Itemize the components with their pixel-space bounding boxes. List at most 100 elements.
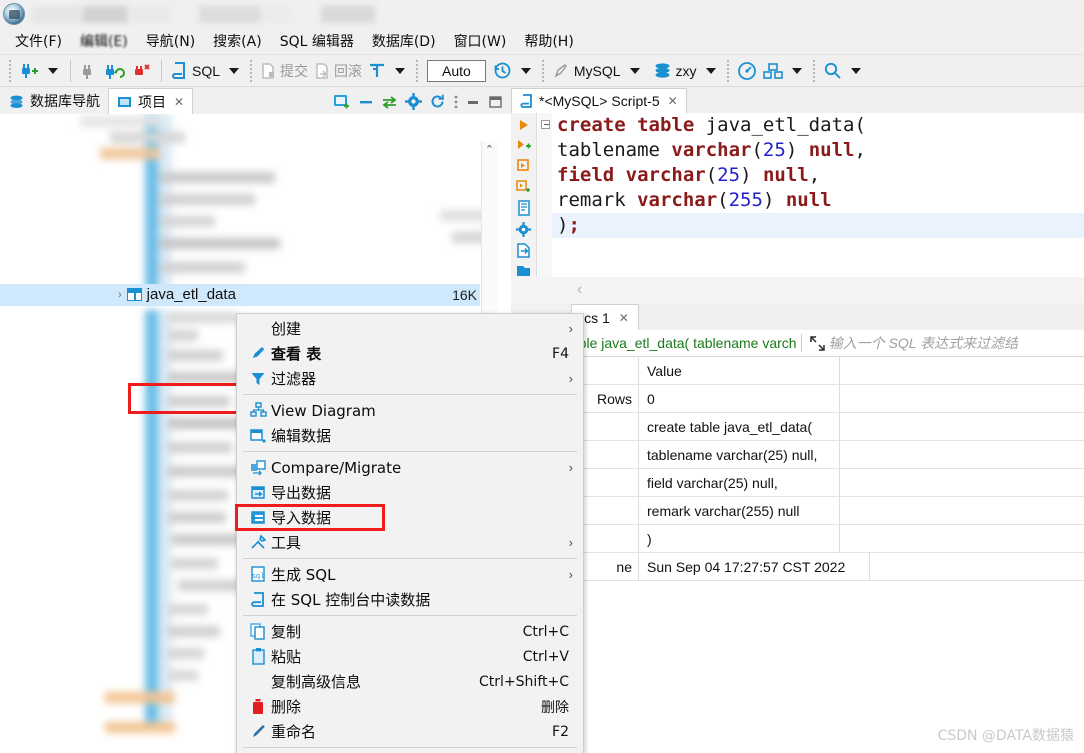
view-menu-icon[interactable] bbox=[453, 94, 459, 110]
minimize-icon[interactable] bbox=[466, 95, 481, 109]
new-sql-editor-button[interactable]: SQL bbox=[168, 58, 223, 84]
menu-item-rename[interactable]: 重命名 F2 bbox=[237, 719, 583, 744]
settings-icon[interactable] bbox=[516, 222, 531, 237]
fold-collapse-icon[interactable] bbox=[541, 120, 550, 129]
disconnect-button[interactable] bbox=[77, 58, 101, 84]
sql-code-area[interactable]: create table java_etl_data( tablename va… bbox=[538, 113, 1084, 293]
collapse-all-icon[interactable] bbox=[358, 95, 374, 109]
menu-help[interactable]: 帮助(H) bbox=[515, 28, 582, 54]
export-from-query-icon[interactable] bbox=[516, 243, 531, 258]
close-icon[interactable]: ✕ bbox=[174, 95, 184, 109]
grid-cell-value[interactable]: Sun Sep 04 17:27:57 CST 2022 bbox=[640, 553, 870, 581]
previous-page-icon[interactable]: ‹ bbox=[577, 281, 582, 299]
menu-item-export-data[interactable]: 导出数据 bbox=[237, 480, 583, 505]
projects-dropdown-caret[interactable] bbox=[791, 67, 802, 74]
tab-projects[interactable]: 项目 ✕ bbox=[108, 88, 194, 114]
scroll-up-icon[interactable]: ⌃ bbox=[482, 141, 497, 156]
reconnect-button[interactable] bbox=[101, 58, 129, 84]
database-dropdown-caret[interactable] bbox=[705, 67, 716, 74]
context-menu[interactable]: 创建 › 查看 表 F4 过滤器 › View Diagram 编辑数据 Com… bbox=[235, 313, 584, 753]
filter-input-placeholder[interactable]: 输入一个 SQL 表达式来过滤结 bbox=[829, 333, 1019, 353]
table-row[interactable]: remark varchar(255) null bbox=[511, 497, 1084, 525]
tab-database-navigator[interactable]: 数据库导航 bbox=[0, 88, 108, 114]
tab-mysql-script-5[interactable]: *<MySQL> Script-5 ✕ bbox=[511, 88, 687, 113]
table-row[interactable]: create table java_etl_data( bbox=[511, 413, 1084, 441]
table-row[interactable]: field varchar(25) null, bbox=[511, 469, 1084, 497]
execute-script-new-tab-icon[interactable] bbox=[515, 179, 532, 194]
menu-item-copy[interactable]: 复制 Ctrl+C bbox=[237, 619, 583, 644]
menu-window[interactable]: 窗口(W) bbox=[445, 28, 516, 54]
rollback-button[interactable]: 回滚 bbox=[311, 58, 365, 84]
history-dropdown-caret[interactable] bbox=[520, 67, 531, 74]
menu-navigate[interactable]: 导航(N) bbox=[137, 28, 204, 54]
tab-label: *<MySQL> Script-5 bbox=[539, 93, 660, 109]
grid-cell-value[interactable]: ) bbox=[640, 525, 840, 553]
menu-item-create[interactable]: 创建 › bbox=[237, 316, 583, 341]
save-sql-icon[interactable] bbox=[516, 264, 531, 277]
menu-item-edit-data[interactable]: 编辑数据 bbox=[237, 423, 583, 448]
menu-database[interactable]: 数据库(D) bbox=[363, 28, 445, 54]
search-button[interactable] bbox=[820, 58, 845, 84]
settings-icon[interactable] bbox=[405, 93, 422, 110]
transaction-mode-button[interactable] bbox=[365, 58, 389, 84]
menu-item-read-data-in-sql-console[interactable]: 在 SQL 控制台中读数据 bbox=[237, 587, 583, 612]
transaction-history-button[interactable] bbox=[490, 58, 515, 84]
menu-item-generate-sql[interactable]: sql 生成 SQL › bbox=[237, 562, 583, 587]
driver-selector[interactable]: MySQL bbox=[549, 58, 624, 84]
grid-cell-value[interactable]: 0 bbox=[640, 385, 840, 413]
database-selector[interactable]: zxy bbox=[650, 58, 700, 84]
results-grid[interactable]: Value Rows 0 create table java_etl_data(… bbox=[511, 357, 1084, 753]
menu-search[interactable]: 搜索(A) bbox=[204, 28, 271, 54]
refresh-icon[interactable] bbox=[429, 93, 446, 110]
projects-button[interactable] bbox=[760, 58, 786, 84]
disconnect-all-button[interactable] bbox=[129, 58, 155, 84]
menu-item-view-table[interactable]: 查看 表 F4 bbox=[237, 341, 583, 366]
explain-plan-icon[interactable] bbox=[517, 200, 531, 216]
results-filter-bar[interactable]: table java_etl_data( tablename varch 输入一… bbox=[511, 330, 1084, 357]
sql-dropdown-caret[interactable] bbox=[229, 67, 240, 74]
menu-item-copy-advanced-info[interactable]: 复制高级信息 Ctrl+Shift+C bbox=[237, 669, 583, 694]
menu-item-delete[interactable]: 删除 删除 bbox=[237, 694, 583, 719]
menu-item-tools[interactable]: 工具 › bbox=[237, 530, 583, 555]
table-row[interactable]: tablename varchar(25) null, bbox=[511, 441, 1084, 469]
tree-item-size: 16K bbox=[452, 287, 477, 303]
maximize-icon[interactable] bbox=[488, 95, 503, 109]
link-editor-icon[interactable] bbox=[381, 95, 398, 109]
menu-item-compare-migrate[interactable]: Compare/Migrate › bbox=[237, 455, 583, 480]
menu-item-paste[interactable]: 粘贴 Ctrl+V bbox=[237, 644, 583, 669]
close-icon[interactable]: ✕ bbox=[668, 94, 678, 108]
commit-button[interactable]: 提交 bbox=[257, 58, 311, 84]
search-dropdown-caret[interactable] bbox=[850, 67, 861, 74]
driver-dropdown-caret[interactable] bbox=[629, 67, 640, 74]
execute-new-tab-icon[interactable] bbox=[516, 158, 531, 173]
table-row[interactable]: Rows 0 bbox=[511, 385, 1084, 413]
menu-bar[interactable]: 文件(F) 编辑(E) 导航(N) 搜索(A) SQL 编辑器 数据库(D) 窗… bbox=[0, 28, 1084, 55]
grid-cell-value[interactable]: create table java_etl_data( bbox=[640, 413, 840, 441]
new-connection-dropdown-caret[interactable] bbox=[48, 67, 58, 74]
table-row[interactable]: ne Sun Sep 04 17:27:57 CST 2022 bbox=[511, 553, 1084, 581]
menu-sql-editor[interactable]: SQL 编辑器 bbox=[271, 28, 363, 54]
menu-item-view-diagram[interactable]: View Diagram bbox=[237, 398, 583, 423]
new-connection-button[interactable] bbox=[16, 58, 42, 84]
table-row[interactable]: ) bbox=[511, 525, 1084, 553]
toolbar-divider bbox=[416, 59, 419, 82]
new-object-icon[interactable] bbox=[333, 93, 351, 110]
chevron-right-icon[interactable]: › bbox=[118, 289, 122, 301]
grid-cell-value[interactable]: field varchar(25) null, bbox=[640, 469, 840, 497]
menu-file[interactable]: 文件(F) bbox=[6, 28, 71, 54]
transaction-dropdown-caret[interactable] bbox=[395, 67, 406, 74]
auto-commit-value[interactable]: Auto bbox=[427, 59, 486, 82]
execute-script-icon[interactable] bbox=[516, 138, 532, 152]
grid-cell-value[interactable]: tablename varchar(25) null, bbox=[640, 441, 840, 469]
close-icon[interactable]: ✕ bbox=[619, 311, 629, 325]
menu-item-import-data[interactable]: 导入数据 bbox=[235, 504, 583, 531]
grid-cell-blank bbox=[841, 525, 1084, 553]
menu-item-filter[interactable]: 过滤器 › bbox=[237, 366, 583, 391]
expand-filter-icon[interactable] bbox=[806, 335, 829, 351]
tree-item-java-etl-data[interactable]: › java_etl_data bbox=[118, 286, 236, 303]
execute-statement-icon[interactable] bbox=[517, 118, 531, 132]
dashboard-button[interactable] bbox=[734, 58, 760, 84]
gauge-icon bbox=[737, 61, 757, 81]
grid-cell-value[interactable]: remark varchar(255) null bbox=[640, 497, 840, 525]
menu-edit[interactable]: 编辑(E) bbox=[71, 28, 137, 54]
